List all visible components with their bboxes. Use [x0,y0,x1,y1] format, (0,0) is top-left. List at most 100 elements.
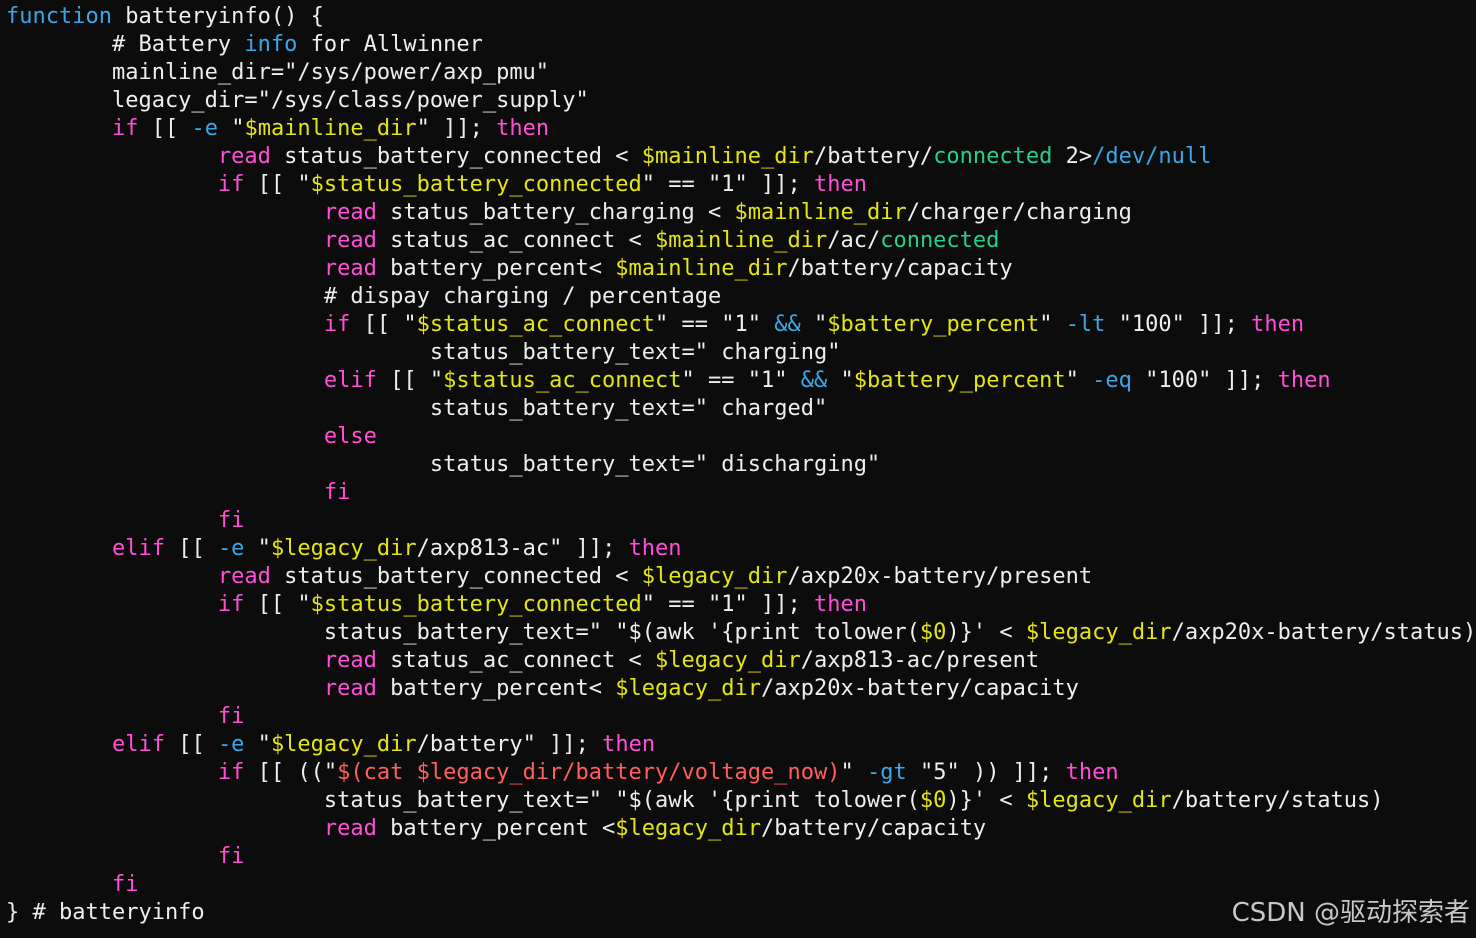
code-line: read status_battery_connected < $legacy_… [6,563,1476,591]
code-token-n: status_battery_text=" charging" [6,340,841,365]
code-line: legacy_dir="/sys/class/power_supply" [6,87,1476,115]
code-token-green: connected [880,228,1000,253]
code-token-keyword: fi [217,704,245,729]
code-token-n [6,872,112,897]
code-token-n [6,228,324,253]
code-token-builtin: /dev/null [1092,144,1212,169]
code-line: status_battery_text=" "$(awk '{print tol… [6,619,1476,647]
code-token-n: battery_percent< [376,256,616,281]
code-token-n: /axp813-ac" ]]; [416,536,629,561]
code-token-n: " [827,368,854,393]
code-token-keyword: read [323,676,377,701]
code-line: status_battery_text=" "$(awk '{print tol… [6,787,1476,815]
code-editor[interactable]: function batteryinfo() { # Battery info … [6,3,1476,927]
code-token-n [6,760,218,785]
code-token-n [6,508,218,533]
code-token-n: /axp20x-battery/present [787,564,1093,589]
code-token-n: " == "1" ]]; [641,172,814,197]
code-token-keyword: else [323,424,377,449]
code-token-keyword: if [111,116,139,141]
code-token-builtin: function [6,4,112,29]
code-token-n: /battery/status) [1171,788,1384,813]
code-token-variable: $mainline_dir [615,256,788,281]
code-token-n: status_battery_connected < [270,564,642,589]
code-token-variable: $status_battery_connected [310,172,642,197]
code-token-n [6,424,324,449]
code-token-n: [[ " [350,312,417,337]
code-token-n [6,312,324,337]
code-token-n: } # batteryinfo [6,900,205,925]
code-token-n: /battery" ]]; [416,732,603,757]
code-token-n: /axp813-ac/present [800,648,1040,673]
code-line: read status_ac_connect < $mainline_dir/a… [6,227,1476,255]
code-token-n: " [217,116,245,141]
code-token-variable: $legacy_dir [270,732,417,757]
code-token-n: " [244,536,271,561]
code-token-n: legacy_dir="/sys/class/power_supply" [6,88,589,113]
code-token-n [6,816,324,841]
code-line: read status_battery_connected < $mainlin… [6,143,1476,171]
code-token-n [6,480,324,505]
code-token-n: [[ [164,536,218,561]
code-token-n: /ac/ [827,228,881,253]
code-token-n: status_battery_text=" "$(awk '{print tol… [6,788,920,813]
code-token-n: )}' < [946,788,1026,813]
code-token-n [6,648,324,673]
code-token-n: [[ " [376,368,444,393]
code-line: else [6,423,1476,451]
code-token-builtin: && [800,368,828,393]
code-token-variable: $mainline_dir [641,144,814,169]
code-token-n: /axp20x-battery/status) [1171,620,1476,645]
code-token-keyword: elif [111,536,165,561]
code-line: read battery_percent <$legacy_dir/batter… [6,815,1476,843]
code-line: elif [[ "$status_ac_connect" == "1" && "… [6,367,1476,395]
code-token-builtin: -eq [1092,368,1132,393]
code-line: read status_ac_connect < $legacy_dir/axp… [6,647,1476,675]
code-token-keyword: read [323,648,377,673]
code-token-n: status_ac_connect < [376,228,656,253]
code-token-variable: $legacy_dir [270,536,417,561]
code-token-keyword: read [217,144,271,169]
code-token-n [6,200,324,225]
code-line: # dispay charging / percentage [6,283,1476,311]
code-line: fi [6,871,1476,899]
code-token-variable: $legacy_dir [1025,788,1172,813]
code-token-n: /axp20x-battery/capacity [761,676,1079,701]
code-token-variable: $legacy_dir [615,676,761,701]
code-token-n [6,704,218,729]
code-token-variable: $battery_percent [827,312,1040,337]
code-line: read battery_percent< $mainline_dir/batt… [6,255,1476,283]
code-line: elif [[ -e "$legacy_dir/battery" ]]; the… [6,731,1476,759]
code-token-keyword: if [217,172,245,197]
code-token-n: [[ " [244,592,311,617]
code-token-n [6,536,112,561]
code-token-n: battery_percent < [376,816,616,841]
code-token-n: " [1065,368,1093,393]
code-token-variable: $mainline_dir [734,200,907,225]
code-token-n [6,116,112,141]
code-token-keyword: fi [217,508,245,533]
code-token-builtin: -e [217,732,245,757]
code-token-keyword: read [323,200,377,225]
code-token-keyword: fi [217,844,245,869]
code-token-n: status_battery_charging < [376,200,735,225]
code-token-n: status_battery_text=" charged" [6,396,828,421]
code-token-variable: $legacy_dir [615,816,761,841]
code-token-n: status_battery_connected < [270,144,642,169]
code-line: read status_battery_charging < $mainline… [6,199,1476,227]
code-line: elif [[ -e "$legacy_dir/axp813-ac" ]]; t… [6,535,1476,563]
code-token-keyword: if [323,312,351,337]
code-token-variable: $status_battery_connected [310,592,642,617]
code-token-n [6,172,218,197]
code-token-keyword: then [813,592,867,617]
code-line: # Battery info for Allwinner [6,31,1476,59]
code-token-n: 2> [1052,144,1093,169]
code-token-n [6,732,112,757]
code-token-variable: $mainline_dir [655,228,828,253]
code-line: if [[ "$status_battery_connected" == "1"… [6,591,1476,619]
terminal-window: function batteryinfo() { # Battery info … [0,0,1476,938]
code-line: read battery_percent< $legacy_dir/axp20x… [6,675,1476,703]
code-line: function batteryinfo() { [6,3,1476,31]
code-token-n: /battery/capacity [787,256,1013,281]
code-token-n: "5" )) ]]; [906,760,1066,785]
